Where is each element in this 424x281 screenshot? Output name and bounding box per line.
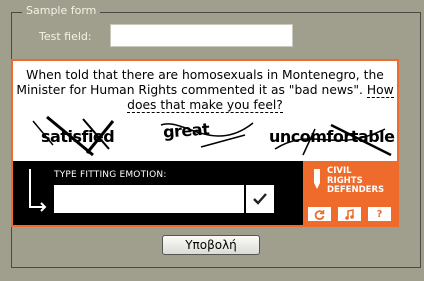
captcha-answer-panel: TYPE FITTING EMOTION: [13, 161, 303, 225]
refresh-button[interactable] [308, 207, 331, 221]
help-button[interactable]: ? [368, 207, 391, 221]
refresh-icon [314, 209, 325, 220]
brand-name: CIVIL RIGHTS DEFENDERS [327, 166, 385, 195]
emotion-input[interactable] [54, 185, 244, 213]
captcha-question-text: When told that there are homosexuals in … [16, 68, 384, 97]
captcha-widget: When told that there are homosexuals in … [11, 59, 399, 227]
audio-icon [345, 208, 354, 220]
captcha-submit-button[interactable] [245, 185, 274, 213]
captcha-distortion-strokes [32, 115, 392, 157]
test-field-label: Test field: [39, 30, 92, 43]
civil-rights-defenders-panel: CIVIL RIGHTS DEFENDERS ? [303, 161, 397, 225]
captcha-word-image: satisfied great uncomfortable [13, 115, 397, 159]
help-icon: ? [376, 208, 383, 220]
submit-button[interactable]: Υποβολή [162, 235, 260, 255]
audio-button[interactable] [338, 207, 361, 221]
form-legend: Sample form [22, 4, 101, 18]
emotion-label: TYPE FITTING EMOTION: [54, 170, 167, 180]
arrow-down-right-icon [29, 169, 47, 212]
check-icon [253, 193, 267, 205]
captcha-question: When told that there are homosexuals in … [13, 68, 397, 113]
test-field-input[interactable] [110, 24, 293, 47]
pen-logo-icon [314, 169, 320, 189]
